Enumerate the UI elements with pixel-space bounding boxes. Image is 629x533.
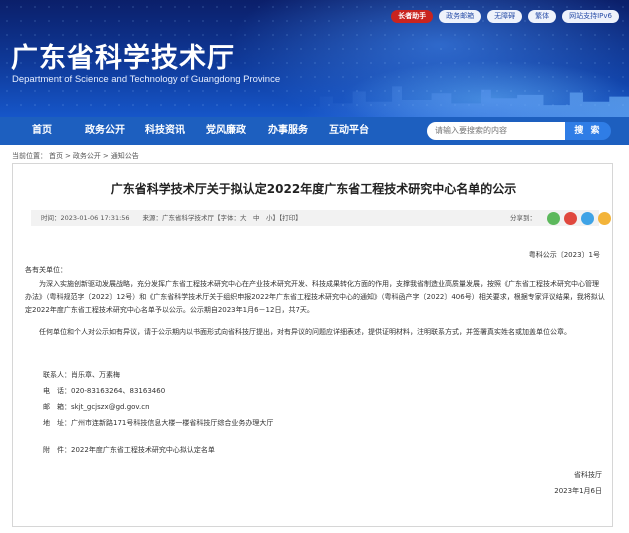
article-title: 广东省科学技术厅关于拟认定2022年度广东省工程技术研究中心名单的公示 bbox=[110, 182, 517, 196]
contact-email: 邮 箱：skjt_gcjszx@gd.gov.cn bbox=[43, 402, 150, 412]
signature-org: 省科技厅 bbox=[574, 471, 602, 479]
article-card: 广东省科学技术厅关于拟认定2022年度广东省工程技术研究中心名单的公示 时间：2… bbox=[12, 163, 613, 527]
breadcrumb-notices[interactable]: 通知公告 bbox=[111, 152, 139, 160]
top-links: 长者助手 政务邮箱 无障碍 繁体 网站支持IPv6 bbox=[391, 10, 619, 23]
share-label: 分享到： bbox=[510, 214, 536, 222]
site-banner: 广东省科学技术厅 Department of Science and Techn… bbox=[0, 0, 629, 117]
contact-label: 邮 箱： bbox=[43, 403, 71, 411]
contact-address: 地 址：广州市连新路171号科技信息大楼一楼省科技厅综合业务办理大厅 bbox=[43, 418, 273, 428]
contact-value[interactable]: skjt_gcjszx@gd.gov.cn bbox=[71, 403, 150, 411]
ipv6-badge: 网站支持IPv6 bbox=[562, 10, 619, 23]
qzone-icon[interactable] bbox=[598, 212, 611, 225]
breadcrumb-separator: > bbox=[65, 152, 71, 160]
salutation: 各有关单位： bbox=[25, 266, 67, 274]
search-button[interactable]: 搜 索 bbox=[565, 122, 611, 140]
nav-services[interactable]: 办事服务 bbox=[268, 117, 308, 145]
nav-interaction[interactable]: 互动平台 bbox=[329, 117, 369, 145]
article-meta: 时间：2023-01-06 17:31:56 来源：广东省科学技术厅【字体：大 … bbox=[41, 214, 302, 222]
contact-label: 地 址： bbox=[43, 419, 71, 427]
weibo-icon[interactable] bbox=[564, 212, 577, 225]
contact-label: 电 话： bbox=[43, 387, 71, 395]
nav-gov-affairs[interactable]: 政务公开 bbox=[85, 117, 125, 145]
attachment-link[interactable]: 附 件：2022年度广东省工程技术研究中心拟认定名单 bbox=[43, 445, 215, 455]
signature-date: 2023年1月6日 bbox=[554, 487, 602, 495]
contact-value: 020-83163264、83163460 bbox=[71, 387, 166, 395]
elder-assistant-button[interactable]: 长者助手 bbox=[391, 10, 434, 23]
contact-phone: 电 话：020-83163264、83163460 bbox=[43, 386, 165, 396]
contact-value: 肖乐章、万素梅 bbox=[71, 371, 120, 379]
breadcrumb: 当前位置： 首页 > 政务公开 > 通知公告 bbox=[12, 151, 141, 161]
breadcrumb-separator: > bbox=[102, 152, 109, 160]
qq-icon[interactable] bbox=[581, 212, 594, 225]
body-paragraph: 任何单位和个人对公示如有异议，请于公示期内以书面形式向省科技厅提出，对有异议的问… bbox=[39, 328, 571, 336]
breadcrumb-gov-affairs[interactable]: 政务公开 bbox=[73, 152, 101, 160]
breadcrumb-home[interactable]: 首页 bbox=[49, 152, 63, 160]
body-paragraph: 为深入实施创新驱动发展战略，充分发挥广东省工程技术研究中心在产业技术研究开发、科… bbox=[25, 280, 605, 314]
article-meta-bar: 时间：2023-01-06 17:31:56 来源：广东省科学技术厅【字体：大 … bbox=[31, 210, 611, 226]
site-subtitle: Department of Science and Technology of … bbox=[12, 74, 281, 85]
search-input[interactable] bbox=[427, 122, 567, 140]
contact-person: 联系人：肖乐章、万素梅 bbox=[43, 370, 120, 380]
traditional-chinese-link[interactable]: 繁体 bbox=[528, 10, 557, 23]
nav-party-integrity[interactable]: 党风廉政 bbox=[206, 117, 246, 145]
contact-value: 广州市连新路171号科技信息大楼一楼省科技厅综合业务办理大厅 bbox=[71, 419, 274, 427]
nav-home[interactable]: 首页 bbox=[32, 117, 52, 145]
document-number: 粤科公示〔2023〕1号 bbox=[528, 251, 600, 259]
contact-label: 联系人： bbox=[43, 371, 71, 379]
gov-mailbox-link[interactable]: 政务邮箱 bbox=[439, 10, 482, 23]
wechat-icon[interactable] bbox=[547, 212, 560, 225]
breadcrumb-prefix: 当前位置： bbox=[12, 152, 47, 160]
main-nav: 首页 政务公开 科技资讯 党风廉政 办事服务 互动平台 搜 索 bbox=[0, 117, 629, 145]
accessibility-link[interactable]: 无障碍 bbox=[487, 10, 523, 23]
nav-sci-news[interactable]: 科技资讯 bbox=[145, 117, 185, 145]
site-title[interactable]: 广东省科学技术厅 bbox=[11, 36, 235, 75]
